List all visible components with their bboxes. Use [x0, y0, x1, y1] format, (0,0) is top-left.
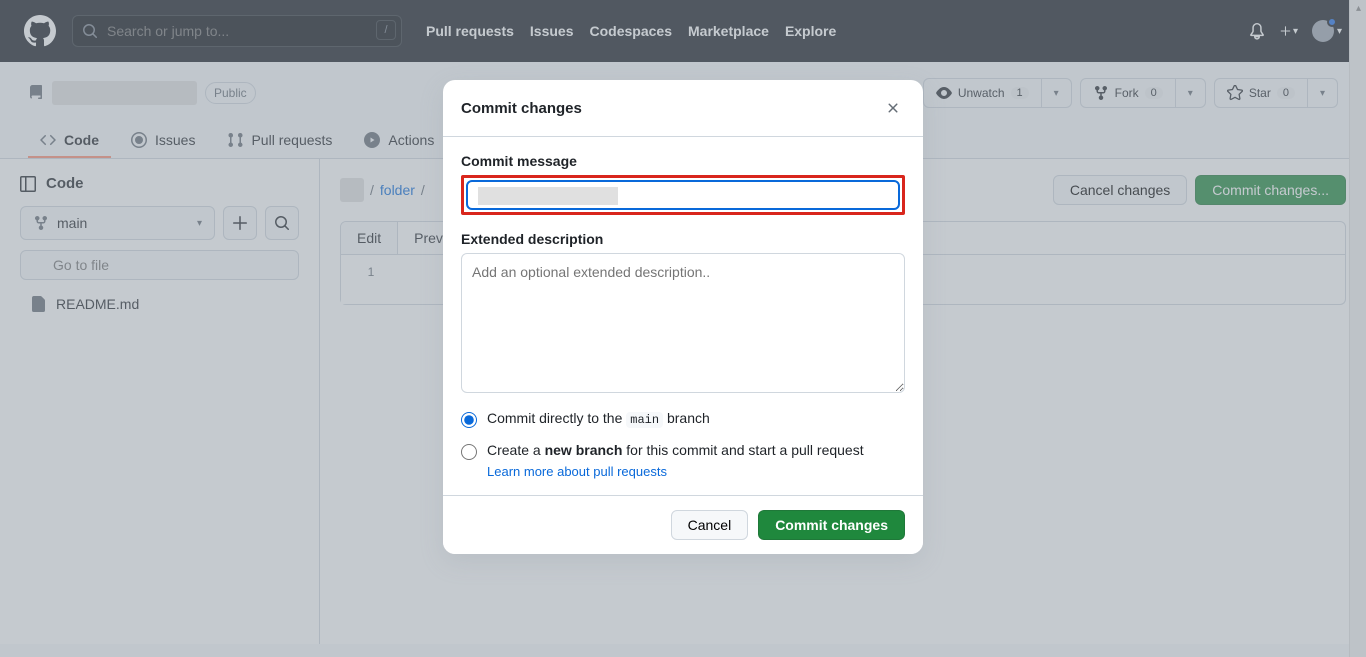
commit-message-label: Commit message	[461, 153, 905, 169]
extended-description-label: Extended description	[461, 231, 905, 247]
radio-commit-direct[interactable]	[461, 412, 477, 428]
radio-commit-direct-label: Commit directly to the main branch	[487, 410, 710, 427]
modal-title: Commit changes	[461, 100, 582, 117]
radio-new-branch[interactable]	[461, 444, 477, 460]
modal-cancel-button[interactable]: Cancel	[671, 510, 749, 540]
radio-new-branch-label: Create a new branch for this commit and …	[487, 442, 864, 458]
close-icon[interactable]	[881, 96, 905, 120]
learn-more-link[interactable]: Learn more about pull requests	[487, 464, 667, 479]
commit-message-highlight	[461, 175, 905, 215]
modal-commit-button[interactable]: Commit changes	[758, 510, 905, 540]
extended-description-input[interactable]	[461, 253, 905, 393]
commit-message-input[interactable]	[466, 180, 900, 210]
commit-changes-dialog: Commit changes Commit message Extended d…	[443, 80, 923, 554]
modal-overlay: Commit changes Commit message Extended d…	[0, 0, 1366, 657]
